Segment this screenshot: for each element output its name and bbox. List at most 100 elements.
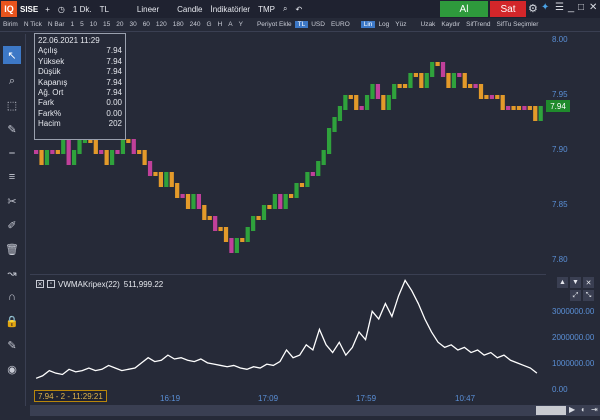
ohlc-info-panel: 22.06.2021 11:29 Açılış 7.94 Yüksek 7.94 Düş… xyxy=(34,33,126,140)
price-bar xyxy=(229,238,234,253)
info-label: Ağ. Ort xyxy=(38,87,64,97)
period-option[interactable]: 20 xyxy=(113,21,126,28)
period-option[interactable]: Periyot Ekle xyxy=(254,21,295,28)
price-bar xyxy=(50,150,55,154)
period-option[interactable]: Yüz xyxy=(392,21,409,28)
clock-icon: ◷ xyxy=(57,4,65,14)
cursor-tool-icon[interactable]: ↖ xyxy=(3,46,21,64)
info-value: 7.94 xyxy=(106,67,122,77)
price-bar xyxy=(310,172,315,176)
price-bar xyxy=(397,84,402,88)
period-option[interactable]: 5 xyxy=(77,21,87,28)
panel-expand-icon[interactable]: ⤢ xyxy=(570,290,581,301)
main-toolbar: IQ SISE + ◷ 1 Dk. TL Lineer Candle İndik… xyxy=(0,0,600,18)
price-bar xyxy=(457,73,462,77)
period-option[interactable]: A xyxy=(225,21,235,28)
period-option[interactable]: N Tick xyxy=(21,21,45,28)
chart-style-select[interactable]: Lineer xyxy=(133,5,163,14)
twitter-icon[interactable]: ✦ xyxy=(541,2,549,13)
brush-icon[interactable]: ✐ xyxy=(3,216,21,234)
sell-button[interactable]: Sat xyxy=(490,1,526,17)
scroll-end-icon[interactable]: ⇥ xyxy=(591,405,598,414)
panel-down-icon[interactable]: ▼ xyxy=(570,277,581,288)
indicators-menu[interactable]: İndikatörler xyxy=(207,5,255,14)
gear-icon[interactable]: ⚙ xyxy=(528,2,538,15)
indicator-settings-icon[interactable]: ▫ xyxy=(47,280,55,288)
price-bar xyxy=(484,95,489,99)
period-option[interactable]: Lin xyxy=(360,21,376,28)
price-bar xyxy=(343,95,348,110)
currency-select[interactable]: TL xyxy=(96,5,113,14)
period-option[interactable]: H xyxy=(215,21,226,28)
info-value: 0.00 xyxy=(106,108,122,118)
period-option[interactable]: Uzak xyxy=(418,21,439,28)
price-bar xyxy=(392,84,397,99)
close-icon[interactable]: ✕ xyxy=(589,2,597,13)
candle-select[interactable]: Candle xyxy=(173,5,206,14)
price-tick: 7.95 xyxy=(552,90,568,99)
price-bar xyxy=(364,95,370,110)
close-indicator-icon[interactable]: ✕ xyxy=(36,280,44,288)
period-toolbar: Birim N Tick N Bar 1 5 10 15 20 30 60 120 180 240 G H A… xyxy=(0,18,600,32)
period-option[interactable]: Kaydır xyxy=(438,21,463,28)
price-bar xyxy=(419,73,424,88)
price-bar xyxy=(408,73,413,88)
pencil-icon[interactable]: ✎ xyxy=(3,120,21,138)
select-area-icon[interactable]: ⬚ xyxy=(3,96,21,114)
scroll-right-icon[interactable]: ▶ xyxy=(569,405,575,414)
period-option[interactable]: SifTu Seçimler xyxy=(493,21,541,28)
period-option[interactable]: SifTrend xyxy=(463,21,493,28)
horizontal-line-icon[interactable]: ⎯ xyxy=(3,144,21,162)
buy-button[interactable]: Al xyxy=(440,1,488,17)
period-option[interactable]: 15 xyxy=(100,21,113,28)
period-option[interactable]: TL xyxy=(294,21,309,28)
symbol-label[interactable]: SISE xyxy=(17,5,41,14)
period-select[interactable]: 1 Dk. xyxy=(69,5,96,14)
period-option[interactable]: 1 xyxy=(68,21,78,28)
add-symbol-button[interactable]: + xyxy=(41,5,54,14)
price-bar xyxy=(142,150,147,165)
price-bar xyxy=(39,150,44,165)
template-menu[interactable]: TMP xyxy=(254,5,279,14)
zoom-tool-icon[interactable]: ⌕ xyxy=(3,72,21,90)
period-option[interactable]: 60 xyxy=(140,21,153,28)
period-option[interactable]: Log xyxy=(375,21,392,28)
scrollbar-thumb[interactable] xyxy=(536,406,566,415)
reset-zoom-icon[interactable]: ◐ xyxy=(581,405,586,414)
period-option[interactable]: G xyxy=(204,21,215,28)
period-option[interactable]: 120 xyxy=(153,21,170,28)
maximize-icon[interactable]: □ xyxy=(578,2,584,13)
period-option[interactable]: 30 xyxy=(126,21,139,28)
last-price-marker: 7.94 xyxy=(546,100,570,112)
period-option[interactable]: N Bar xyxy=(45,21,68,28)
edit-icon[interactable]: ✎ xyxy=(3,336,21,354)
panel-close-icon[interactable]: ✕ xyxy=(583,277,594,288)
indicator-chart[interactable] xyxy=(30,274,546,394)
period-option[interactable]: 10 xyxy=(87,21,100,28)
pattern-tool-icon[interactable]: ✂ xyxy=(3,192,21,210)
price-bar xyxy=(240,238,245,242)
trash-icon[interactable]: 🗑 xyxy=(3,240,21,258)
period-option[interactable]: 240 xyxy=(187,21,204,28)
period-option[interactable]: USD xyxy=(308,21,328,28)
period-option[interactable]: Y xyxy=(236,21,246,28)
minimize-icon[interactable]: _ xyxy=(568,1,574,13)
period-option[interactable]: 180 xyxy=(170,21,187,28)
fibonacci-icon[interactable]: ≡ xyxy=(3,168,21,186)
period-option[interactable]: EURO xyxy=(328,21,353,28)
curve-tool-icon[interactable]: ↝ xyxy=(3,264,21,282)
settings-icon[interactable]: ☰ xyxy=(555,2,564,13)
magnet-icon[interactable]: ∩ xyxy=(3,288,21,306)
period-option[interactable]: Birim xyxy=(0,21,21,28)
search-icon[interactable]: ⌕ xyxy=(279,4,291,14)
undo-icon[interactable]: ↶ xyxy=(291,5,306,14)
panel-restore-icon[interactable]: ⤡ xyxy=(583,290,594,301)
time-label: 16:19 xyxy=(160,394,181,403)
info-row: Kapanış 7.94 xyxy=(38,78,122,88)
info-row: Fark 0.00 xyxy=(38,98,122,108)
lock-icon[interactable]: 🔒 xyxy=(3,312,21,330)
price-bar xyxy=(256,216,261,220)
panel-up-icon[interactable]: ▲ xyxy=(557,277,568,288)
eye-icon[interactable]: ◉ xyxy=(3,360,21,378)
time-scrollbar[interactable]: ▶ ◐ ⇥ xyxy=(30,405,600,416)
